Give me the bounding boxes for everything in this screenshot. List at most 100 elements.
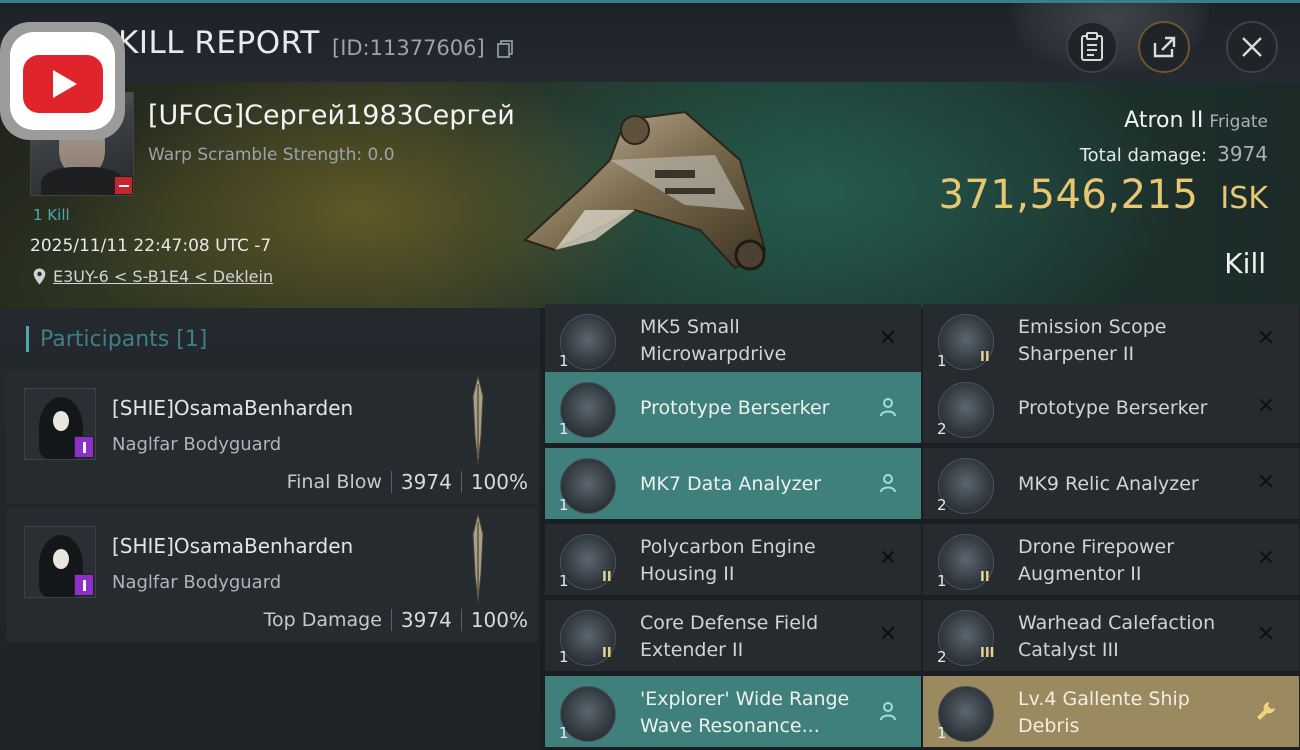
destroyed-x-icon: ✕	[1256, 546, 1276, 571]
location-text: E3UY-6 < S-B1E4 < Deklein	[53, 267, 274, 286]
module-quantity: 1	[559, 648, 569, 666]
total-damage: Total damage: 3974	[1080, 142, 1268, 166]
participant-rank-badge	[74, 436, 94, 458]
module-name: Warhead Calefaction Catalyst III	[1018, 611, 1216, 661]
module-quantity: 1	[559, 572, 569, 590]
total-damage-label: Total damage:	[1079, 145, 1208, 166]
module-tier: II	[602, 646, 612, 661]
module-item[interactable]: 1 'Explorer' Wide Range Wave Resonance..…	[545, 676, 921, 749]
participant-ship-icon	[472, 376, 484, 464]
module-name: Prototype Berserker	[640, 397, 830, 419]
module-quantity: 1	[559, 496, 569, 514]
module-quantity: 2	[937, 648, 947, 666]
module-quantity: 2	[937, 420, 947, 438]
module-name: 'Explorer' Wide Range Wave Resonance...	[640, 687, 850, 737]
module-name: Prototype Berserker	[1018, 397, 1208, 419]
destroyed-x-icon: ✕	[878, 546, 898, 571]
participants-header: Participants [1]	[0, 308, 540, 370]
module-name: MK5 Small Microwarpdrive	[640, 315, 787, 365]
fitted-modules-grid: 1 MK5 Small Microwarpdrive ✕ 1 II Emissi…	[545, 304, 1300, 750]
module-item[interactable]: 1 II Core Defense Field Extender II ✕	[545, 600, 921, 673]
kill-timestamp: 2025/11/11 22:47:08 UTC -7	[30, 236, 272, 256]
module-quantity: 1	[559, 420, 569, 438]
participant-percent: 100%	[470, 470, 528, 494]
close-button[interactable]	[1226, 21, 1278, 73]
module-name: Core Defense Field Extender II	[640, 611, 819, 661]
destroyed-x-icon: ✕	[1256, 394, 1276, 419]
module-item[interactable]: 1 II Emission Scope Sharpener II ✕	[923, 304, 1299, 377]
close-icon	[1242, 37, 1262, 57]
top-bar: KILL REPORT [ID:11377606]	[0, 0, 1300, 82]
report-id: [ID:11377606]	[332, 36, 485, 60]
isk-amount: 371,546,215	[938, 172, 1199, 218]
participants-panel: Participants [1] [SHIE]OsamaBenharden Na…	[0, 308, 540, 750]
destroyed-x-icon: ✕	[878, 622, 898, 647]
module-tier: II	[602, 570, 612, 585]
ship-name: Atron II	[1124, 108, 1204, 133]
participant-card[interactable]: [SHIE]OsamaBenharden Naglfar Bodyguard F…	[6, 370, 538, 504]
module-name: Polycarbon Engine Housing II	[640, 535, 816, 585]
participant-stats: Top Damage 3974 100%	[264, 608, 528, 632]
victim-status-badge	[114, 176, 133, 195]
module-item[interactable]: 1 MK5 Small Microwarpdrive ✕	[545, 304, 921, 377]
module-item[interactable]: 1 Lv.4 Gallente Ship Debris	[923, 676, 1299, 749]
isk-value: 371,546,215 ISK	[938, 172, 1268, 218]
module-name: Lv.4 Gallente Ship Debris	[1018, 687, 1190, 737]
module-item[interactable]: 1 MK7 Data Analyzer	[545, 448, 921, 521]
participant-role: Final Blow	[286, 471, 382, 493]
module-name: MK7 Data Analyzer	[640, 473, 822, 495]
destroyed-x-icon: ✕	[1256, 622, 1276, 647]
destroyed-x-icon: ✕	[1256, 326, 1276, 351]
clipboard-button[interactable]	[1066, 21, 1118, 73]
total-damage-value: 3974	[1217, 142, 1268, 166]
participant-percent: 100%	[470, 608, 528, 632]
page-title: KILL REPORT	[118, 25, 320, 61]
module-item[interactable]: 1 II Polycarbon Engine Housing II ✕	[545, 524, 921, 597]
participant-ship: Naglfar Bodyguard	[112, 572, 282, 593]
participant-stats: Final Blow 3974 100%	[287, 470, 528, 494]
participant-damage: 3974	[400, 608, 452, 632]
kill-location-link[interactable]: E3UY-6 < S-B1E4 < Deklein	[33, 267, 273, 286]
clipboard-icon	[1081, 32, 1103, 61]
module-item[interactable]: 2 MK9 Relic Analyzer ✕	[923, 448, 1299, 521]
ship-type[interactable]: Atron II Frigate	[1124, 108, 1268, 133]
dropped-person-icon	[875, 470, 901, 496]
module-quantity: 2	[937, 496, 947, 514]
module-quantity: 1	[559, 352, 569, 370]
share-icon	[1153, 36, 1176, 58]
participant-name: [SHIE]OsamaBenharden	[112, 534, 354, 558]
victim-name[interactable]: [UFCG]Сергей1983Сергей	[148, 100, 515, 131]
destroyed-x-icon: ✕	[1256, 470, 1276, 495]
warp-scramble-strength: Warp Scramble Strength: 0.0	[148, 145, 395, 165]
dropped-person-icon	[875, 698, 901, 724]
module-item[interactable]: 2 Prototype Berserker ✕	[923, 372, 1299, 445]
module-name: Drone Firepower Augmentor II	[1018, 535, 1175, 585]
participant-card[interactable]: [SHIE]OsamaBenharden Naglfar Bodyguard T…	[6, 508, 538, 642]
isk-unit: ISK	[1220, 181, 1268, 216]
participant-ship: Naglfar Bodyguard	[112, 434, 282, 455]
module-quantity: 1	[937, 572, 947, 590]
module-item[interactable]: 1 II Drone Firepower Augmentor II ✕	[923, 524, 1299, 597]
kill-count: 1 Kill	[33, 206, 70, 224]
copy-icon[interactable]	[497, 40, 513, 58]
module-quantity: 1	[559, 724, 569, 742]
dropped-person-icon	[875, 394, 901, 420]
participant-ship-icon	[472, 514, 484, 602]
play-icon	[53, 70, 77, 98]
module-tier: II	[980, 350, 990, 365]
module-tier: II	[980, 570, 990, 585]
module-item[interactable]: 1 Prototype Berserker	[545, 372, 921, 445]
location-pin-icon	[33, 268, 46, 285]
module-name: MK9 Relic Analyzer	[1018, 473, 1199, 495]
participants-title: Participants [1]	[40, 327, 208, 352]
participant-damage: 3974	[400, 470, 452, 494]
kill-result: Kill	[1224, 247, 1266, 280]
module-quantity: 1	[937, 724, 947, 742]
share-button[interactable]	[1138, 21, 1190, 73]
participant-rank-badge	[74, 574, 94, 596]
ship-render-atron	[523, 110, 767, 271]
module-name: Emission Scope Sharpener II	[1018, 315, 1167, 365]
participant-name: [SHIE]OsamaBenharden	[112, 396, 354, 420]
module-quantity: 1	[937, 352, 947, 370]
module-item[interactable]: 2 III Warhead Calefaction Catalyst III ✕	[923, 600, 1299, 673]
